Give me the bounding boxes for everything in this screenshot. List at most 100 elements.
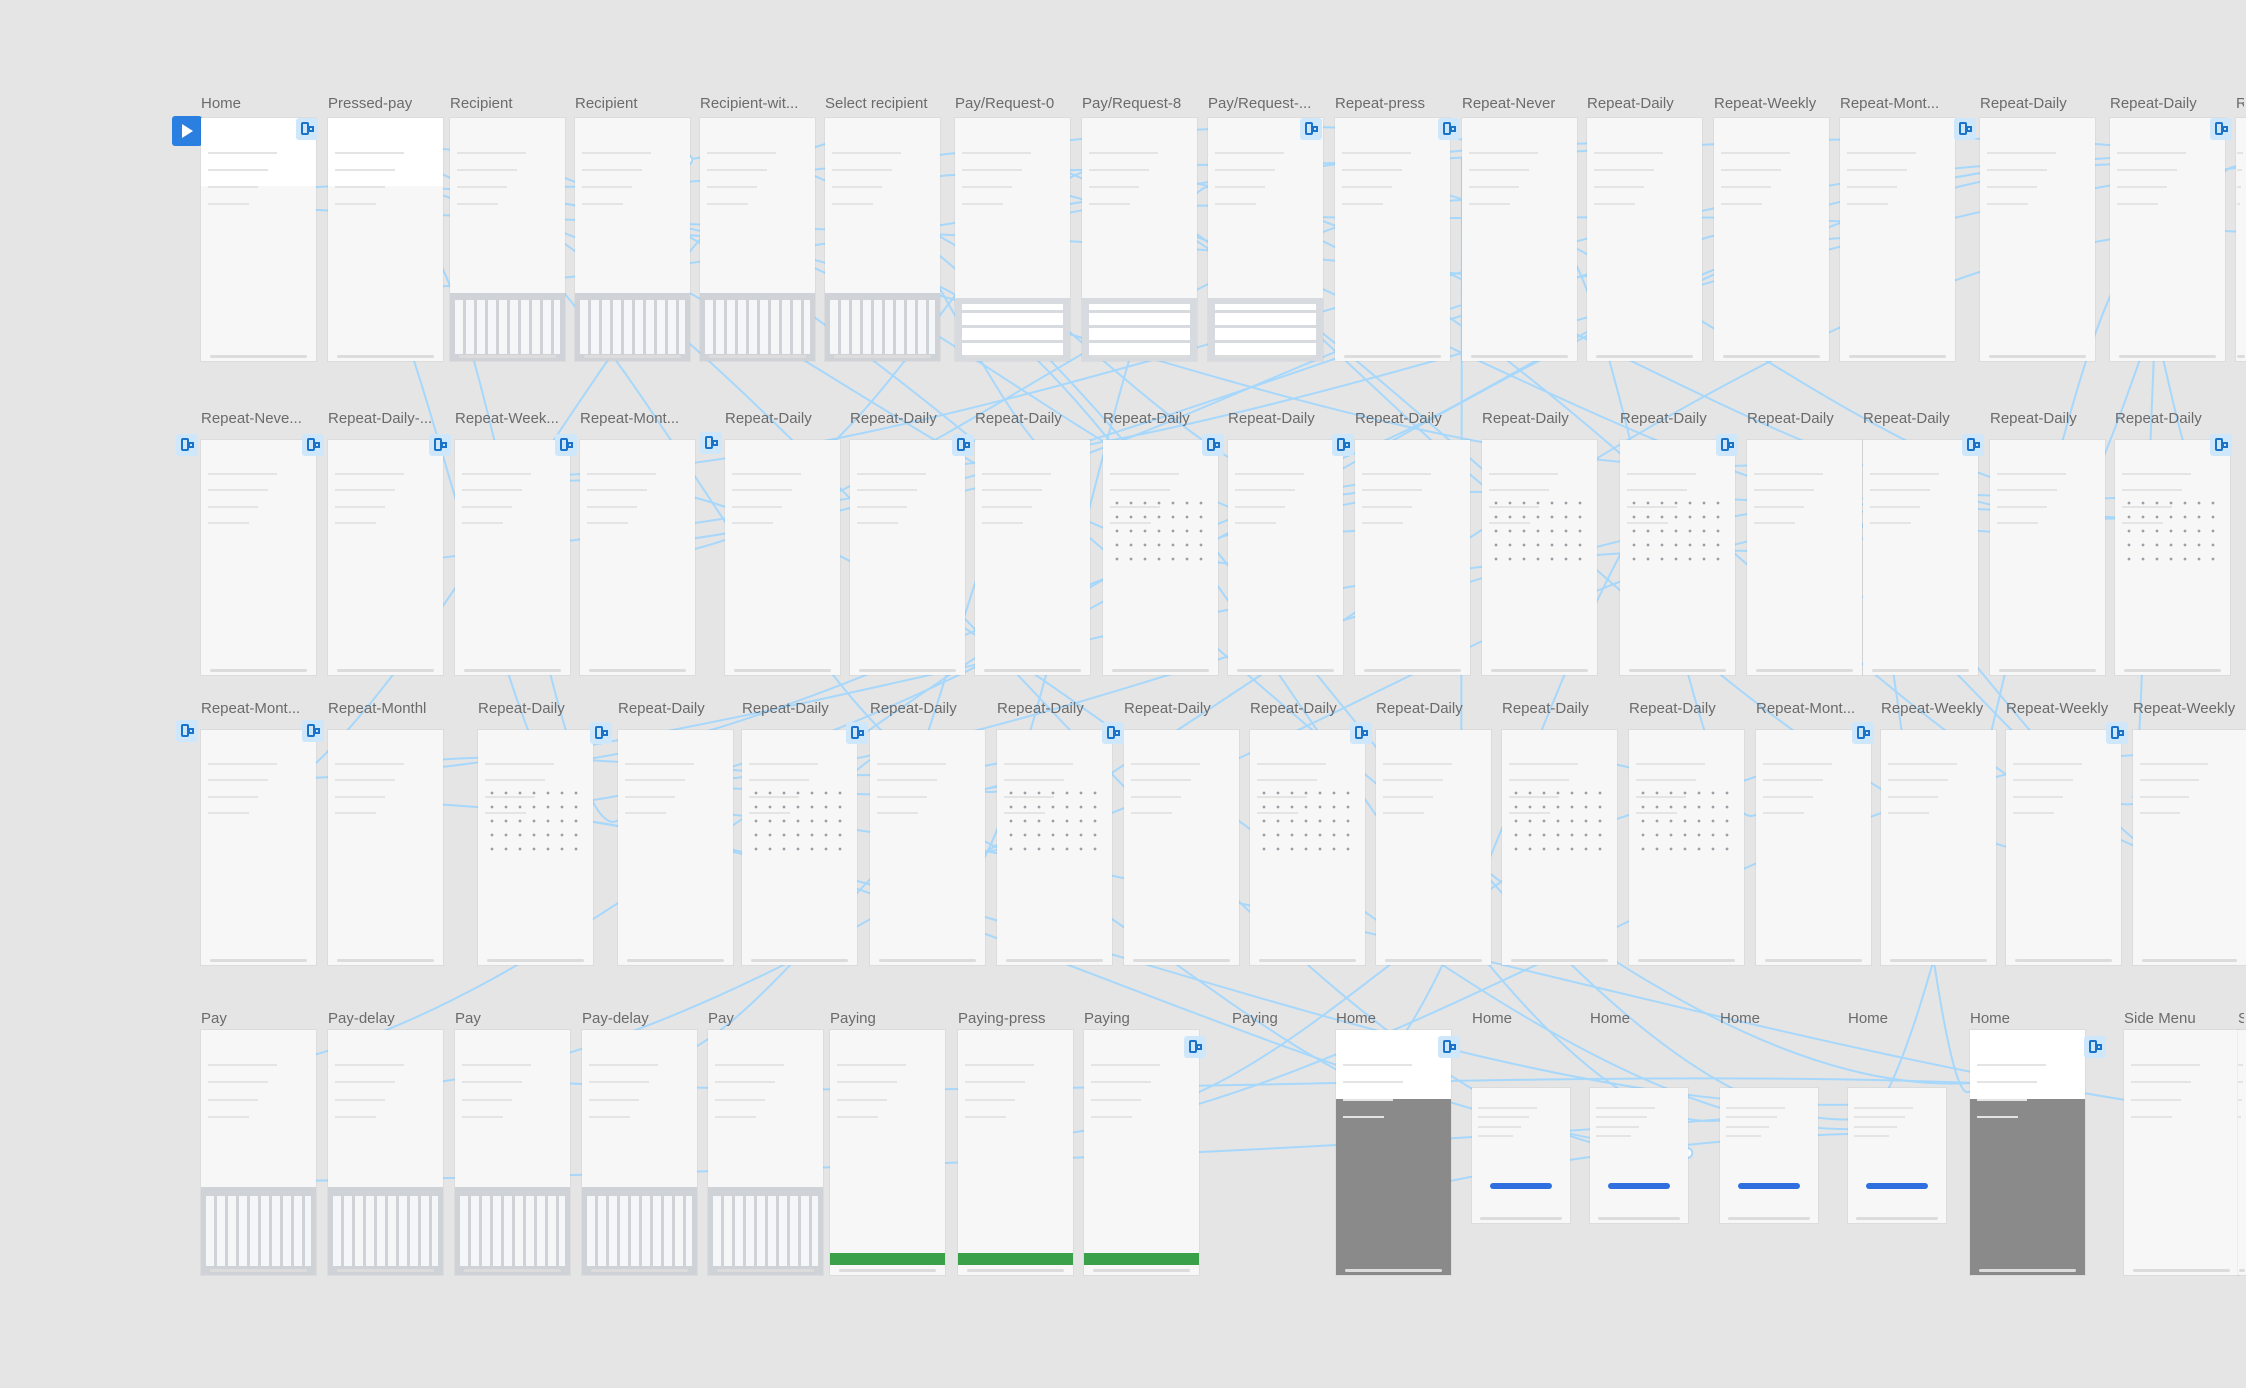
screen-frame[interactable]	[1482, 440, 1597, 675]
flow-start-icon[interactable]	[2084, 1036, 2106, 1058]
allow-notifications-button[interactable]	[1489, 1182, 1553, 1190]
keyboard[interactable]	[450, 292, 565, 361]
flow-start-icon[interactable]	[1438, 1036, 1460, 1058]
frame-label[interactable]: Repeat-press	[1335, 95, 1425, 112]
screen-frame[interactable]	[1863, 440, 1978, 675]
screen-frame[interactable]	[850, 440, 965, 675]
screen-frame[interactable]	[1587, 118, 1702, 361]
frame-label[interactable]: Select recipient	[825, 95, 928, 112]
number-pad[interactable]	[955, 297, 1070, 361]
flow-start-icon[interactable]	[846, 722, 868, 744]
frame-label[interactable]: Pressed-pay	[328, 95, 412, 112]
frame-label[interactable]: Home	[1336, 1010, 1376, 1027]
screen-frame[interactable]	[1840, 118, 1955, 361]
frame-label[interactable]: Home	[1720, 1010, 1760, 1027]
flow-start-icon[interactable]	[1350, 722, 1372, 744]
flow-start-icon[interactable]	[1332, 434, 1354, 456]
frame-label[interactable]: Repeat-Daily	[742, 700, 829, 717]
screen-frame[interactable]	[2115, 440, 2230, 675]
prototype-canvas[interactable]: Home Pressed-pay Recipient Recipient Recipie…	[0, 0, 2246, 1388]
screen-frame[interactable]	[955, 118, 1070, 361]
pay-button[interactable]	[958, 1252, 1073, 1266]
frame-label[interactable]: Pay/Request-8	[1082, 95, 1181, 112]
screen-frame[interactable]	[825, 118, 940, 361]
screen-frame[interactable]	[1502, 730, 1617, 965]
screen-frame[interactable]	[575, 118, 690, 361]
frame-label[interactable]: S	[2238, 1010, 2244, 1027]
screen-frame[interactable]	[997, 730, 1112, 965]
flow-start-icon[interactable]	[296, 118, 318, 140]
number-pad[interactable]	[1082, 297, 1197, 361]
frame-label[interactable]: Repeat-Daily	[1747, 410, 1834, 427]
frame-label[interactable]: Repeat-Daily	[2115, 410, 2202, 427]
frame-label[interactable]: Pay	[708, 1010, 734, 1027]
frame-label[interactable]: Repeat-Daily	[1990, 410, 2077, 427]
screen-frame[interactable]	[1335, 118, 1450, 361]
frame-label[interactable]: Repeat-Daily	[1863, 410, 1950, 427]
pay-button[interactable]	[1084, 1252, 1199, 1266]
screen-frame[interactable]	[975, 440, 1090, 675]
flow-start-icon[interactable]	[1716, 434, 1738, 456]
screen-frame[interactable]	[618, 730, 733, 965]
screen-frame[interactable]	[1355, 440, 1470, 675]
frame-label[interactable]: Repeat-Never	[1462, 95, 1555, 112]
frame-label[interactable]: Repeat-Daily	[1228, 410, 1315, 427]
screen-frame[interactable]	[1590, 1088, 1688, 1223]
flow-start-icon[interactable]	[1852, 722, 1874, 744]
frame-label[interactable]: Pay/Request-...	[1208, 95, 1311, 112]
frame-label[interactable]: Repeat-Daily-...	[328, 410, 432, 427]
flow-start-icon[interactable]	[1102, 722, 1124, 744]
screen-frame[interactable]	[201, 118, 316, 361]
screen-frame[interactable]	[870, 730, 985, 965]
frame-label[interactable]: Repeat-Daily	[1376, 700, 1463, 717]
flow-start-icon[interactable]	[700, 432, 722, 454]
frame-label[interactable]: Repeat-Neve...	[201, 410, 302, 427]
screen-frame[interactable]	[328, 440, 443, 675]
screen-frame[interactable]	[582, 1030, 697, 1275]
flow-start-icon[interactable]	[429, 434, 451, 456]
keyboard[interactable]	[825, 292, 940, 361]
flow-start-icon[interactable]	[176, 434, 198, 456]
allow-notifications-button[interactable]	[1607, 1182, 1671, 1190]
frame-label[interactable]: Paying-press	[958, 1010, 1046, 1027]
frame-label[interactable]: Repeat-Week...	[455, 410, 559, 427]
keyboard[interactable]	[582, 1186, 697, 1275]
screen-frame[interactable]	[725, 440, 840, 675]
frame-label[interactable]: Home	[1970, 1010, 2010, 1027]
screen-frame[interactable]	[1103, 440, 1218, 675]
screen-frame[interactable]	[2124, 1030, 2239, 1275]
keyboard[interactable]	[328, 1186, 443, 1275]
screen-frame[interactable]	[328, 118, 443, 361]
frame-label[interactable]: Pay-delay	[582, 1010, 649, 1027]
screen-frame[interactable]	[742, 730, 857, 965]
screen-frame[interactable]	[455, 440, 570, 675]
flow-start-icon[interactable]	[590, 722, 612, 744]
flow-start-icon[interactable]	[1438, 118, 1460, 140]
frame-label[interactable]: Repeat-Mont...	[580, 410, 679, 427]
keyboard[interactable]	[708, 1186, 823, 1275]
frame-label[interactable]: Paying	[830, 1010, 876, 1027]
screen-frame[interactable]	[1714, 118, 1829, 361]
frame-label[interactable]: Repeat-Mont...	[201, 700, 300, 717]
screen-frame[interactable]	[328, 730, 443, 965]
screen-frame[interactable]	[1208, 118, 1323, 361]
screen-frame[interactable]	[450, 118, 565, 361]
frame-label[interactable]: Home	[1848, 1010, 1888, 1027]
frame-label[interactable]: Repeat-Monthl	[328, 700, 426, 717]
screen-frame[interactable]	[1881, 730, 1996, 965]
flow-start-icon[interactable]	[2210, 118, 2232, 140]
frame-label[interactable]: Repeat-Daily	[478, 700, 565, 717]
flow-start-icon[interactable]	[2210, 434, 2232, 456]
screen-frame[interactable]	[478, 730, 593, 965]
screen-frame[interactable]	[1228, 440, 1343, 675]
frame-label[interactable]: Repeat-Daily	[1502, 700, 1589, 717]
screen-frame[interactable]	[1084, 1030, 1199, 1275]
screen-frame[interactable]	[1990, 440, 2105, 675]
frame-label[interactable]: Repeat-Weekly	[2006, 700, 2108, 717]
screen-frame[interactable]	[1472, 1088, 1570, 1223]
screen-frame[interactable]	[1629, 730, 1744, 965]
flow-start-icon[interactable]	[2106, 722, 2128, 744]
frame-label[interactable]: Repeat-Weekly	[2133, 700, 2235, 717]
frame-label[interactable]: Repeat-Daily	[2110, 95, 2197, 112]
frame-label[interactable]: Repeat-Daily	[1124, 700, 1211, 717]
